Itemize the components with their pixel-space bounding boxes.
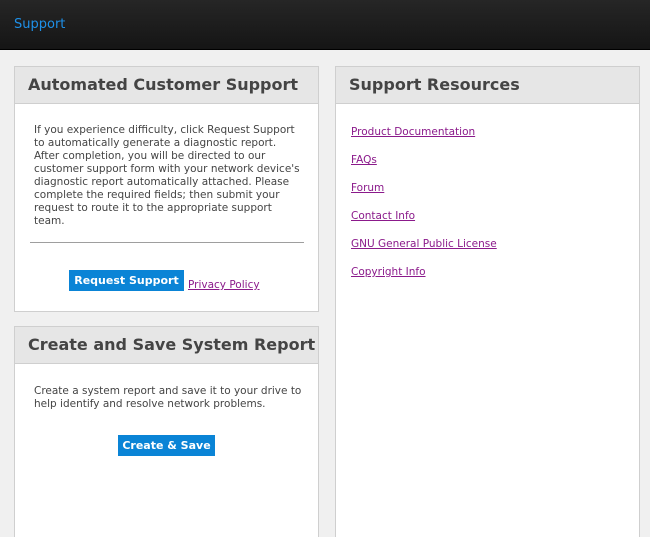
- gnu-gpl-link[interactable]: GNU General Public License: [351, 238, 497, 250]
- contact-info-link[interactable]: Contact Info: [351, 210, 415, 222]
- list-item: Product Documentation: [351, 120, 497, 148]
- support-resources-title: Support Resources: [336, 67, 639, 104]
- system-report-description: Create a system report and save it to yo…: [34, 385, 302, 410]
- list-item: Forum: [351, 176, 497, 204]
- product-documentation-link[interactable]: Product Documentation: [351, 126, 475, 138]
- forum-link[interactable]: Forum: [351, 182, 384, 194]
- top-bar: Support: [0, 0, 650, 50]
- automated-support-description: If you experience difficulty, click Requ…: [34, 124, 300, 227]
- resources-link-list: Product Documentation FAQs Forum Contact…: [351, 120, 497, 288]
- automated-support-title: Automated Customer Support: [15, 67, 318, 104]
- system-report-panel: Create and Save System Report Create a s…: [14, 326, 319, 537]
- list-item: Copyright Info: [351, 260, 497, 288]
- privacy-policy-link[interactable]: Privacy Policy: [188, 279, 260, 291]
- list-item: GNU General Public License: [351, 232, 497, 260]
- page-title[interactable]: Support: [14, 17, 65, 32]
- faqs-link[interactable]: FAQs: [351, 154, 377, 166]
- list-item: Contact Info: [351, 204, 497, 232]
- support-resources-panel: Support Resources Product Documentation …: [335, 66, 640, 537]
- request-support-button[interactable]: Request Support: [69, 270, 184, 291]
- system-report-title: Create and Save System Report: [15, 327, 318, 364]
- copyright-info-link[interactable]: Copyright Info: [351, 266, 426, 278]
- automated-support-panel: Automated Customer Support If you experi…: [14, 66, 319, 312]
- divider: [30, 242, 304, 243]
- create-and-save-button[interactable]: Create & Save: [118, 435, 215, 456]
- list-item: FAQs: [351, 148, 497, 176]
